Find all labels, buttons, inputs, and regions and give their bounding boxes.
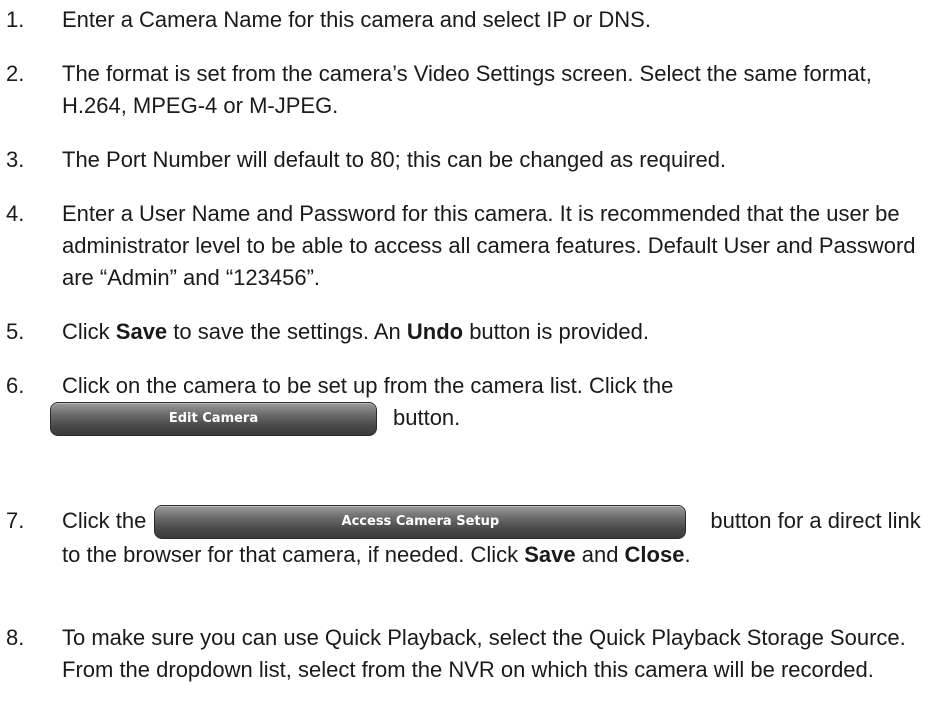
step-number: 6. bbox=[6, 373, 25, 398]
step-text: Click Save to save the settings. An Undo… bbox=[62, 316, 931, 348]
step-1: 1. Enter a Camera Name for this camera a… bbox=[0, 4, 935, 36]
step-3: 3. The Port Number will default to 80; t… bbox=[0, 144, 935, 176]
undo-keyword: Undo bbox=[406, 319, 464, 344]
step-7: 7. Click the Access Camera Setup button fo… bbox=[0, 505, 935, 571]
step-number: 2. bbox=[6, 61, 25, 86]
text-segment: Click on the camera to be set up from th… bbox=[62, 373, 674, 398]
save-keyword: Save bbox=[115, 319, 168, 344]
text-segment: to save the settings. An bbox=[167, 319, 407, 344]
step-number: 7. bbox=[6, 508, 25, 533]
step-number: 5. bbox=[6, 319, 25, 344]
text-segment: Click the bbox=[62, 508, 147, 533]
text-segment: . bbox=[684, 542, 691, 568]
step-5: 5. Click Save to save the settings. An U… bbox=[0, 316, 935, 348]
step-text: To make sure you can use Quick Playback,… bbox=[62, 625, 906, 682]
step-text: The format is set from the camera’s Vide… bbox=[62, 61, 872, 118]
step-number: 3. bbox=[6, 147, 25, 172]
close-keyword: Close bbox=[624, 542, 685, 568]
step-4: 4. Enter a User Name and Password for th… bbox=[0, 198, 935, 294]
step-text: Enter a Camera Name for this camera and … bbox=[62, 7, 651, 32]
edit-camera-button[interactable]: Edit Camera bbox=[50, 402, 377, 437]
step-text: The Port Number will default to 80; this… bbox=[62, 147, 727, 172]
access-camera-setup-button[interactable]: Access Camera Setup bbox=[154, 505, 687, 540]
text-segment: button. bbox=[393, 405, 461, 430]
text-segment: and bbox=[575, 542, 625, 568]
step-text: Click on the camera to be set up from th… bbox=[50, 370, 931, 437]
text-segment: button is provided. bbox=[463, 319, 649, 344]
step-number: 4. bbox=[6, 201, 25, 226]
step-2: 2. The format is set from the camera’s V… bbox=[0, 58, 935, 122]
save-keyword: Save bbox=[524, 542, 576, 568]
step-text: Click the Access Camera Setup button for a… bbox=[62, 505, 931, 571]
step-6: 6. Click on the camera to be set up from… bbox=[0, 370, 935, 437]
step-8: 8. To make sure you can use Quick Playba… bbox=[0, 622, 935, 686]
text-segment: Click bbox=[62, 319, 116, 344]
step-number: 8. bbox=[6, 625, 25, 650]
step-text: Enter a User Name and Password for this … bbox=[62, 201, 916, 290]
step-number: 1. bbox=[6, 7, 25, 32]
